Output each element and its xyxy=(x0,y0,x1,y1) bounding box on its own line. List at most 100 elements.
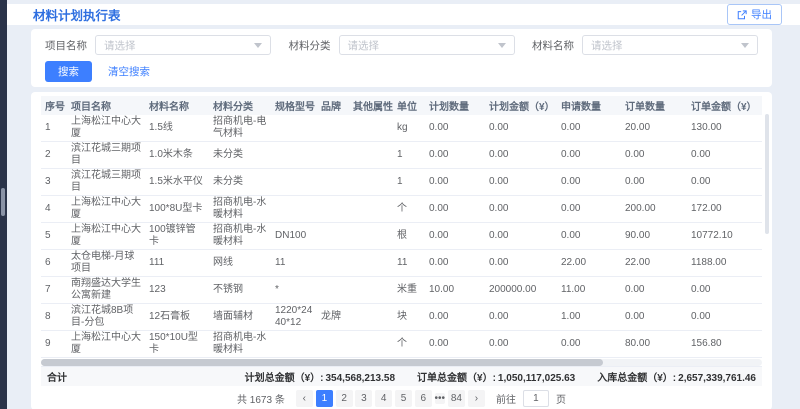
table-cell: 5 xyxy=(41,223,67,250)
project-name-select[interactable]: 请选择 xyxy=(95,35,271,55)
table-cell: 0.00 xyxy=(425,250,485,277)
table-cell: 200000.00 xyxy=(485,277,557,304)
table-cell: 90.00 xyxy=(621,223,687,250)
table-cell xyxy=(349,142,393,169)
filter-row: 项目名称 请选择 材料分类 请选择 材料名称 请选择 xyxy=(45,35,758,55)
table-cell: 80.00 xyxy=(621,331,687,358)
table-cell: 个 xyxy=(393,196,425,223)
column-header: 品牌 xyxy=(317,96,349,115)
table-cell xyxy=(349,169,393,196)
page-button[interactable]: 3 xyxy=(355,390,372,407)
table-cell: 0.00 xyxy=(557,223,621,250)
table-cell: 3 xyxy=(41,169,67,196)
data-table-panel: 序号项目名称材料名称材料分类规格型号品牌其他属性单位计划数量计划金额（¥）申请数… xyxy=(31,92,772,409)
table-cell: 11 xyxy=(271,250,317,277)
table-row[interactable]: 5上海松江中心大厦100镀锌管卡招商机电-水暖材料DN100根0.000.000… xyxy=(41,223,762,250)
filter-group-material: 材料名称 请选择 xyxy=(532,35,758,55)
table-cell: 9 xyxy=(41,331,67,358)
table-cell: 太仓电梯-月球项目 xyxy=(67,250,145,277)
page-button[interactable]: 5 xyxy=(395,390,412,407)
table-cell: 0.00 xyxy=(687,277,762,304)
goto-page-input[interactable] xyxy=(523,390,549,407)
page-button[interactable]: 6 xyxy=(415,390,432,407)
top-bar: 材料计划执行表 导出 xyxy=(7,4,800,25)
table-cell: 墙面辅材 xyxy=(209,304,271,331)
table-cell: 0.00 xyxy=(621,277,687,304)
page-button[interactable]: 2 xyxy=(336,390,353,407)
next-page-button[interactable]: › xyxy=(468,390,485,407)
table-cell: 未分类 xyxy=(209,169,271,196)
table-cell: 上海松江中心大厦 xyxy=(67,331,145,358)
table-cell xyxy=(317,169,349,196)
table-cell: 0.00 xyxy=(425,331,485,358)
table-cell: 200.00 xyxy=(621,196,687,223)
table-header-row: 序号项目名称材料名称材料分类规格型号品牌其他属性单位计划数量计划金额（¥）申请数… xyxy=(41,96,762,115)
page-button[interactable]: 1 xyxy=(316,390,333,407)
page-button[interactable]: 84 xyxy=(448,390,465,407)
table-cell: 123 xyxy=(145,277,209,304)
material-name-select[interactable]: 请选择 xyxy=(582,35,758,55)
table-cell: 网线 xyxy=(209,250,271,277)
table-row[interactable]: 4上海松江中心大厦100*8U型卡招商机电-水暖材料个0.000.000.002… xyxy=(41,196,762,223)
chevron-down-icon xyxy=(498,43,506,48)
table-cell xyxy=(317,277,349,304)
collapsed-sidebar-rail xyxy=(0,0,7,409)
pagination-total-count: 共 1673 条 xyxy=(237,391,285,406)
summary-value: 2,657,339,761.46 xyxy=(678,373,756,384)
table-row[interactable]: 9上海松江中心大厦150*10U型卡招商机电-水暖材料个0.000.000.00… xyxy=(41,331,762,358)
table-cell: 0.00 xyxy=(485,142,557,169)
table-cell xyxy=(271,115,317,142)
project-name-placeholder: 请选择 xyxy=(104,38,136,53)
page-button[interactable]: 4 xyxy=(375,390,392,407)
table-cell xyxy=(317,223,349,250)
table-cell: 0.00 xyxy=(557,115,621,142)
table-cell: 100镀锌管卡 xyxy=(145,223,209,250)
vertical-scrollbar[interactable] xyxy=(765,114,769,234)
material-category-label: 材料分类 xyxy=(289,38,331,53)
page-title: 材料计划执行表 xyxy=(33,5,121,24)
table-cell: 未分类 xyxy=(209,142,271,169)
goto-page-label: 前往 xyxy=(496,391,516,406)
table-cell: 上海松江中心大厦 xyxy=(67,196,145,223)
table-cell: 1220*2440*12 xyxy=(271,304,317,331)
table-cell: 南翔盛达大学生公寓新建 xyxy=(67,277,145,304)
export-button[interactable]: 导出 xyxy=(727,4,782,25)
pagination-ellipsis: ••• xyxy=(435,393,446,404)
prev-page-button[interactable]: ‹ xyxy=(296,390,313,407)
table-cell: * xyxy=(271,277,317,304)
summary-label: 订单总金额（¥）: xyxy=(417,373,496,384)
table-cell: 米重 xyxy=(393,277,425,304)
table-cell: 0.00 xyxy=(485,331,557,358)
table-cell: 0.00 xyxy=(425,304,485,331)
summary-value: 1,050,117,025.63 xyxy=(498,373,575,384)
material-category-select[interactable]: 请选择 xyxy=(339,35,515,55)
export-label: 导出 xyxy=(751,7,772,22)
table-cell: 0.00 xyxy=(425,142,485,169)
table-cell: 根 xyxy=(393,223,425,250)
summary-item: 入库总金额（¥）:2,657,339,761.46 xyxy=(597,369,756,384)
summary-value: 354,568,213.58 xyxy=(326,373,396,384)
table-cell: 0.00 xyxy=(621,142,687,169)
table-row[interactable]: 1上海松江中心大厦1.5线招商机电-电气材料kg0.000.000.0020.0… xyxy=(41,115,762,142)
page-buttons: 1 2 3 4 5 6 ••• 84 xyxy=(316,390,465,407)
table-row[interactable]: 3滨江花城三期项目1.5米水平仪未分类10.000.000.000.000.00 xyxy=(41,169,762,196)
table-row[interactable]: 8滨江花城8B项目-分包12石膏板墙面辅材1220*2440*12龙牌块0.00… xyxy=(41,304,762,331)
table-cell: 0.00 xyxy=(687,304,762,331)
table-row[interactable]: 6太仓电梯-月球项目111网线11110.000.0022.0022.00118… xyxy=(41,250,762,277)
table-cell xyxy=(271,142,317,169)
sidebar-scroll-handle[interactable] xyxy=(1,188,5,216)
horizontal-scrollbar-thumb[interactable] xyxy=(41,359,603,366)
table-row[interactable]: 7南翔盛达大学生公寓新建123不锈钢*米重10.00200000.0011.00… xyxy=(41,277,762,304)
table-cell: 招商机电-水暖材料 xyxy=(209,331,271,358)
search-button[interactable]: 搜索 xyxy=(45,61,92,82)
table-row[interactable]: 2滨江花城三期项目1.0米木条未分类10.000.000.000.000.00 xyxy=(41,142,762,169)
material-name-placeholder: 请选择 xyxy=(591,38,623,53)
column-header: 材料名称 xyxy=(145,96,209,115)
table-cell: 0.00 xyxy=(621,304,687,331)
table-cell: 22.00 xyxy=(621,250,687,277)
horizontal-scrollbar[interactable] xyxy=(41,359,762,366)
column-header: 订单数量 xyxy=(621,96,687,115)
pagination-bar: 共 1673 条 ‹ 1 2 3 4 5 6 ••• 84 › 前往 页 xyxy=(41,386,762,409)
column-header: 单位 xyxy=(393,96,425,115)
clear-search-button[interactable]: 清空搜索 xyxy=(108,64,150,79)
